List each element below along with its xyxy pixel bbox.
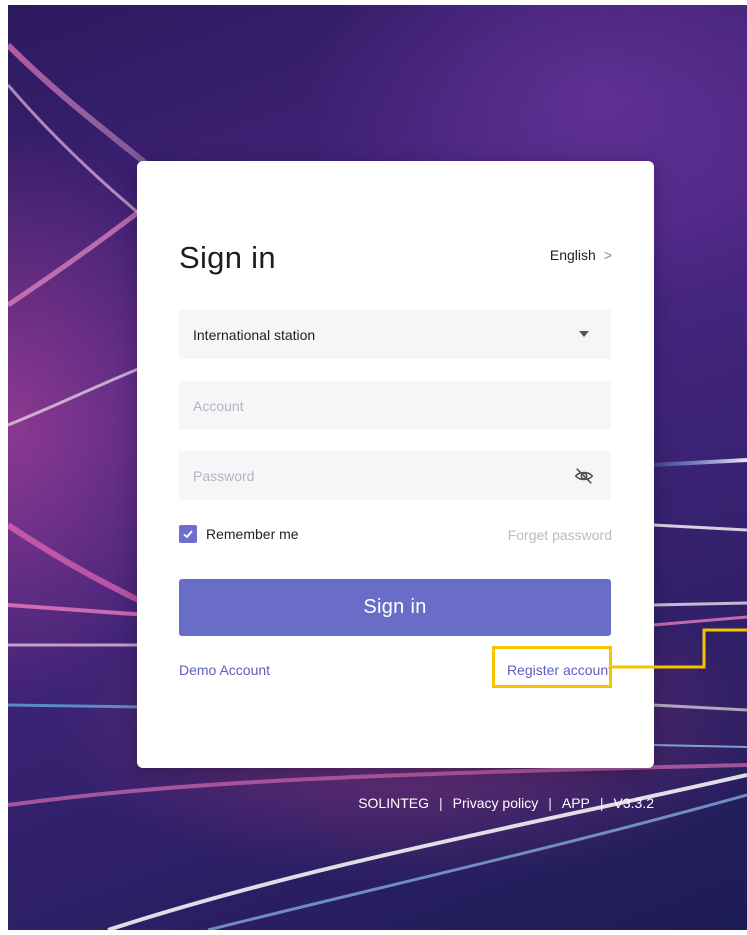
footer-separator: | xyxy=(548,795,552,811)
version-label: V3.3.2 xyxy=(613,795,654,811)
account-input[interactable]: Account xyxy=(179,381,611,430)
forget-password-link[interactable]: Forget password xyxy=(508,527,612,543)
app-link[interactable]: APP xyxy=(562,795,590,811)
language-selector[interactable]: English > xyxy=(550,247,612,263)
remember-label: Remember me xyxy=(206,526,299,542)
station-value: International station xyxy=(193,326,316,343)
page-title: Sign in xyxy=(179,240,276,275)
caret-down-icon xyxy=(579,331,589,337)
password-input[interactable]: Password xyxy=(179,451,611,500)
account-placeholder: Account xyxy=(193,397,244,414)
remember-me-checkbox[interactable]: Remember me xyxy=(179,525,299,543)
footer-separator: | xyxy=(438,795,443,811)
highlight-connector xyxy=(612,628,747,669)
language-label: English xyxy=(549,247,596,263)
sign-in-button[interactable]: Sign in xyxy=(179,579,611,636)
footer-brand[interactable]: SOLINTEG xyxy=(358,795,429,811)
footer-separator: | xyxy=(599,795,604,811)
eye-off-icon[interactable] xyxy=(573,465,595,487)
footer: SOLINTEG | Privacy policy | APP | V3.3.2 xyxy=(358,795,654,811)
password-placeholder: Password xyxy=(193,467,255,484)
station-select[interactable]: International station xyxy=(179,310,611,359)
demo-account-link[interactable]: Demo Account xyxy=(179,662,270,678)
privacy-policy-link[interactable]: Privacy policy xyxy=(453,795,539,811)
chevron-right-icon: > xyxy=(603,247,612,263)
check-icon[interactable] xyxy=(179,525,197,543)
register-highlight-box xyxy=(492,646,612,688)
